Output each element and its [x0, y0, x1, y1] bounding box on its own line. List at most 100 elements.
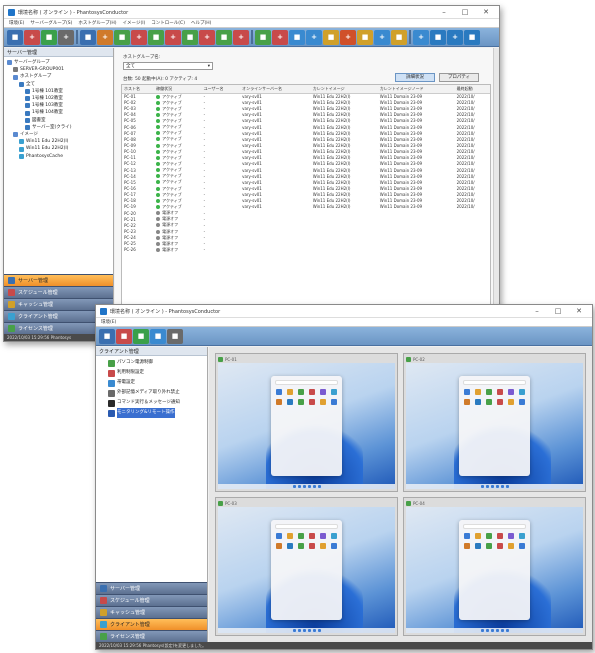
menu-item[interactable]: 環境(E): [101, 319, 116, 325]
column-header[interactable]: ホスト名: [122, 85, 155, 94]
tree-node[interactable]: 1号棟 103教室: [7, 102, 110, 109]
toolbar-icon[interactable]: ■: [80, 29, 96, 45]
nav-cache[interactable]: キャッシュ管理: [96, 606, 207, 618]
nav-schedule[interactable]: スケジュール管理: [96, 594, 207, 606]
column-header[interactable]: カレントイメージ: [310, 85, 378, 94]
column-header[interactable]: ユーザー名: [201, 85, 241, 94]
toolbar-icon[interactable]: +: [340, 29, 356, 45]
client-monitor[interactable]: PC-01: [215, 353, 398, 492]
column-header[interactable]: カレントイメージノード: [377, 85, 455, 94]
tab-property[interactable]: プロパティ: [439, 73, 479, 82]
toolbar-icon[interactable]: ■: [464, 29, 480, 45]
menu-item[interactable]: イメージ(I): [123, 20, 146, 26]
tree-node[interactable]: 外部記憶メディア取り外れ禁止: [108, 388, 204, 398]
tree-node[interactable]: SERVER-GROUP001: [7, 66, 110, 73]
cell-text: Win11 Edu 22H2(I): [312, 112, 351, 118]
toolbar-icon[interactable]: ■: [133, 328, 149, 344]
toolbar-icon[interactable]: +: [233, 29, 249, 45]
tree-node[interactable]: 1号棟 104教室: [7, 109, 110, 116]
toolbar-icon[interactable]: +: [24, 29, 40, 45]
toolbar-icon[interactable]: +: [447, 29, 463, 45]
maximize-icon[interactable]: □: [549, 307, 567, 315]
nav-client[interactable]: クライアント管理: [96, 618, 207, 630]
cell-text: -: [203, 124, 206, 130]
nav-server[interactable]: サーバー管理: [4, 274, 113, 286]
toolbar-icon[interactable]: ■: [167, 328, 183, 344]
toolbar-icon[interactable]: ■: [255, 29, 271, 45]
client-monitor[interactable]: PC-04: [403, 497, 586, 636]
menu-item[interactable]: ホストグループ(H): [78, 20, 116, 26]
column-header[interactable]: 稼働状況: [154, 85, 202, 94]
toolbar-icon[interactable]: ■: [99, 328, 115, 344]
cell-text: -: [203, 149, 206, 155]
remote-screen[interactable]: [218, 363, 395, 489]
close-icon[interactable]: ✕: [570, 307, 588, 315]
tree-node[interactable]: 図書室: [7, 117, 110, 124]
tree-node[interactable]: イメージ: [7, 131, 110, 138]
tree-node[interactable]: PhantosysCache: [7, 153, 110, 160]
menu-item[interactable]: 環境(E): [9, 20, 24, 26]
nav-server[interactable]: サーバー管理: [96, 582, 207, 594]
column-header[interactable]: 最終起動: [454, 85, 490, 94]
column-header[interactable]: オンラインサーバー名: [240, 85, 311, 94]
tree-node[interactable]: コマンド実行＆メッセージ通知: [108, 398, 204, 408]
tree-node[interactable]: Win11 Edu 22H2(I): [7, 145, 110, 152]
toolbar-icon[interactable]: ■: [323, 29, 339, 45]
tree-node[interactable]: 1号棟 102教室: [7, 95, 110, 102]
remote-screen[interactable]: [406, 507, 583, 633]
vertical-scrollbar[interactable]: [493, 48, 499, 334]
tree-node[interactable]: サーバーグループ: [7, 59, 110, 66]
minimize-icon[interactable]: –: [528, 307, 546, 315]
tree-node[interactable]: 利用制限設定: [108, 368, 204, 378]
tree-node[interactable]: モニタリング&リモート操作: [108, 408, 204, 418]
toolbar-icon[interactable]: ■: [148, 29, 164, 45]
toolbar-icon[interactable]: ■: [116, 328, 132, 344]
toolbar-icon[interactable]: ■: [391, 29, 407, 45]
toolbar-icon[interactable]: +: [199, 29, 215, 45]
toolbar-icon[interactable]: +: [306, 29, 322, 45]
toolbar-icon[interactable]: +: [413, 29, 429, 45]
app-icon: [287, 542, 294, 549]
menu-item[interactable]: サーバーグループ(S): [30, 20, 72, 26]
client-monitor[interactable]: PC-02: [403, 353, 586, 492]
toolbar-icon[interactable]: ■: [430, 29, 446, 45]
toolbar-icon[interactable]: +: [272, 29, 288, 45]
tree-node[interactable]: 帯電設定: [108, 378, 204, 388]
remote-screen[interactable]: [218, 507, 395, 633]
nav-license[interactable]: ライセンス管理: [96, 630, 207, 642]
toolbar-icon[interactable]: ■: [182, 29, 198, 45]
tree-node[interactable]: サーバー室(クライ): [7, 124, 110, 131]
tree-node[interactable]: 全て: [7, 81, 110, 88]
toolbar-icon[interactable]: ■: [357, 29, 373, 45]
tab-detail[interactable]: 詳細状況: [395, 73, 435, 82]
table-row[interactable]: PC-26 電源オフ -: [122, 247, 490, 253]
tree-node[interactable]: パソコン電源制御: [108, 358, 204, 368]
close-icon[interactable]: ✕: [477, 8, 495, 16]
group-combo[interactable]: 全て ▾: [123, 62, 213, 70]
remote-screen[interactable]: [406, 363, 583, 489]
toolbar-icon[interactable]: ■: [7, 29, 23, 45]
client-monitor[interactable]: PC-03: [215, 497, 398, 636]
cell-text: 電源オフ: [162, 210, 179, 216]
toolbar-icon[interactable]: +: [97, 29, 113, 45]
toolbar-icon[interactable]: ■: [41, 29, 57, 45]
nav-schedule[interactable]: スケジュール管理: [4, 286, 113, 298]
toolbar-icon[interactable]: +: [374, 29, 390, 45]
toolbar-icon[interactable]: ■: [150, 328, 166, 344]
menu-item[interactable]: コントロール(C): [151, 20, 185, 26]
toolbar-icon[interactable]: +: [58, 29, 74, 45]
toolbar-icon[interactable]: ■: [114, 29, 130, 45]
tree-node[interactable]: 1号棟 101教室: [7, 88, 110, 95]
minimize-icon[interactable]: –: [435, 8, 453, 16]
folder-icon: [25, 110, 30, 116]
tree-node-label: Win11 Edu 22H2(I): [26, 139, 69, 145]
toolbar-icon[interactable]: +: [131, 29, 147, 45]
tree-node[interactable]: ホストグループ: [7, 73, 110, 80]
toolbar-icon[interactable]: ■: [216, 29, 232, 45]
toolbar-icon[interactable]: ■: [289, 29, 305, 45]
toolbar-icon[interactable]: +: [165, 29, 181, 45]
menu-item[interactable]: ヘルプ(H): [191, 20, 211, 26]
tree-node[interactable]: Win11 Edu 22H2(I): [7, 138, 110, 145]
maximize-icon[interactable]: □: [456, 8, 474, 16]
app-icon: [276, 388, 283, 395]
